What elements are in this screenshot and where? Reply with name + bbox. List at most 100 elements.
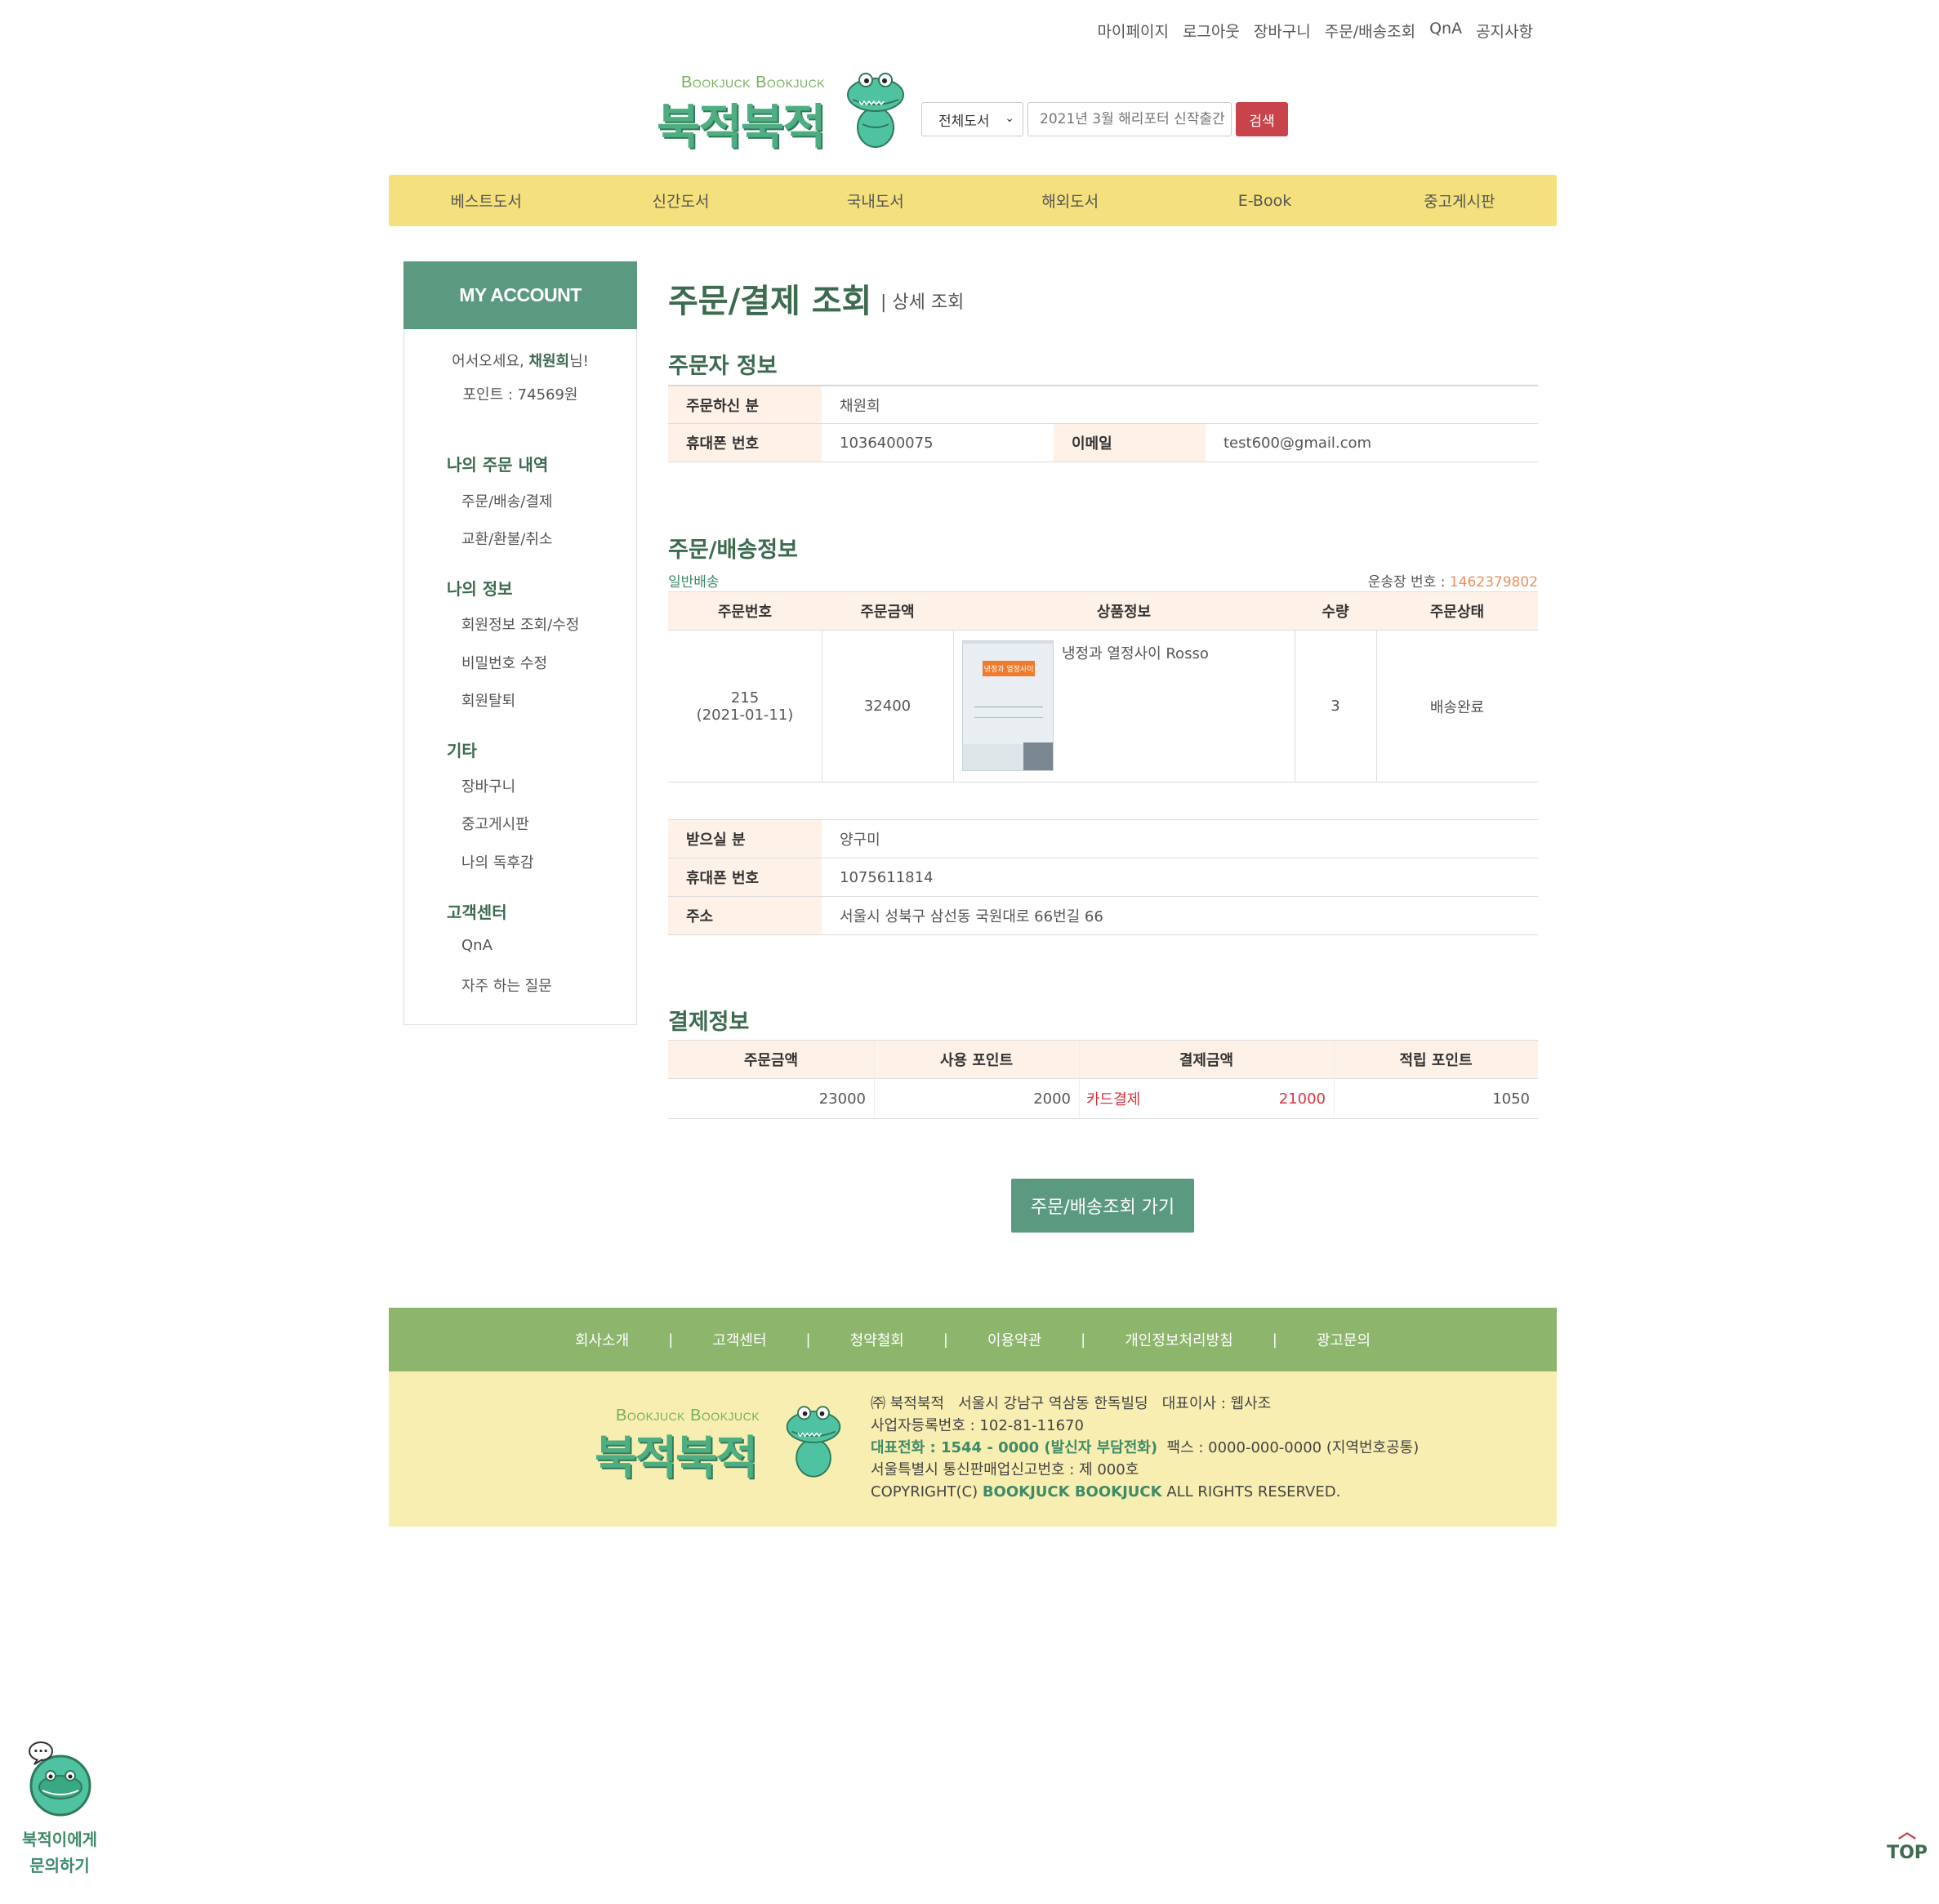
chevron-down-icon: ⌄ [1005,112,1014,125]
sidebar-item-member-info[interactable]: 회원정보 조회/수정 [461,613,579,635]
order-status-value: 배송완료 [1429,698,1485,716]
chevron-up-icon: ︿ [1897,1822,1916,1843]
chat-label[interactable]: 북적이에게 문의하기 [0,1826,119,1879]
sidebar-item-order-delivery-payment[interactable]: 주문/배송/결제 [461,490,553,511]
page-subtitle: | 상세 조회 [880,292,965,313]
order-amount-value: 32400 [863,698,912,715]
recipient-phone-label: 휴대폰 번호 [668,858,822,896]
orderer-phone-value: 1036400075 [840,434,934,452]
product-name[interactable]: 냉정과 열정사이 Rosso [1062,642,1209,663]
order-number-cell: 215 (2021-01-11) [668,631,822,782]
copyright-brand: BOOKJUCK BOOKJUCK [982,1483,1162,1500]
sidebar-item-faq[interactable]: 자주 하는 질문 [461,974,552,996]
search-category-value: 전체도서 [938,113,990,130]
nav-new-books[interactable]: 신간도서 [583,175,778,226]
footer-line-ecommerce: 서울특별시 통신판매업신고번호 : 제 000호 [871,1461,1139,1478]
pay-used-points: 2000 [1033,1090,1071,1108]
orderer-email-label: 이메일 [1054,424,1206,462]
sidebar-section-customer-center: 고객센터 [447,903,507,922]
nav-best-books[interactable]: 베스트도서 [389,175,583,226]
search-button[interactable]: 검색 [1236,102,1288,136]
link-mypage[interactable]: 마이페이지 [1098,20,1169,42]
footer-link-privacy[interactable]: 개인정보처리방침 [1125,1329,1232,1350]
account-sidebar: MY ACCOUNT 어서오세요, 채원희님! 포인트 : 74569원 나의 … [403,261,637,1025]
col-order-status: 주문상태 [1376,592,1538,630]
divider [1079,1041,1080,1119]
orderer-name-value: 채원희 [840,397,880,415]
chat-label-line2: 문의하기 [29,1856,90,1875]
footer-link-customer-center[interactable]: 고객센터 [712,1329,766,1350]
pay-order-amount: 23000 [818,1090,866,1108]
link-logout[interactable]: 로그아웃 [1183,20,1240,42]
tracking-number[interactable]: 1462379802 [1450,574,1538,591]
chat-bubble-dots: ... [33,1740,49,1755]
top-label: TOP [1887,1843,1928,1863]
link-order-tracking[interactable]: 주문/배송조회 [1325,20,1415,42]
book-cover-title: 냉정과 열정사이 [983,661,1035,676]
address-value: 서울시 성북구 삼선동 국원대로 66번길 66 [840,908,1103,925]
footer-link-withdrawal[interactable]: 청약철회 [850,1329,904,1350]
book-cover-image[interactable]: 냉정과 열정사이 [962,640,1054,771]
divider [668,1118,1538,1119]
chat-label-line1: 북적이에게 [22,1830,97,1849]
footer-fax: 팩스 : 0000-000-0000 (지역번호공통) [1157,1439,1420,1456]
chat-crocodile-icon [29,1741,91,1817]
main-navigation: 베스트도서 신간도서 국내도서 해외도서 E-Book 중고게시판 [389,175,1557,226]
orderer-name-label: 주문하신 분 [668,386,822,423]
sidebar-section-orders: 나의 주문 내역 [447,455,549,475]
footer-separator: | [668,1331,674,1349]
pay-col-order-amount: 주문금액 [668,1041,874,1078]
divider [668,782,1538,783]
divider [668,934,1538,935]
page-title: 주문/결제 조회 [668,283,872,320]
nav-foreign-books[interactable]: 해외도서 [973,175,1167,226]
recipient-label: 받으실 분 [668,820,822,858]
nav-used-board[interactable]: 중고게시판 [1362,175,1557,226]
sidebar-item-withdraw[interactable]: 회원탈퇴 [461,689,515,711]
top-utility-links: 마이페이지 로그아웃 장바구니 주문/배송조회 QnA 공지사항 [1098,20,1533,42]
crocodile-mascot-icon [847,73,904,148]
copyright-suffix: ALL RIGHTS RESERVED. [1161,1483,1341,1500]
address-label: 주소 [668,897,822,934]
nav-domestic-books[interactable]: 국내도서 [778,175,973,226]
sidebar-section-etc: 기타 [447,741,477,760]
sidebar-points: 포인트 : 74569원 [462,386,578,404]
col-order-number: 주문번호 [668,592,822,630]
footer-link-terms[interactable]: 이용약관 [987,1329,1041,1350]
footer-line-phone: 대표전화 : 1544 - 0000 (발신자 부담전화) 팩스 : 0000-… [871,1437,1419,1459]
nav-ebook[interactable]: E-Book [1167,175,1362,226]
shipping-section-title: 주문/배송정보 [668,537,798,563]
pay-col-used-points: 사용 포인트 [874,1041,1079,1078]
sidebar-item-change-password[interactable]: 비밀번호 수정 [461,652,547,673]
sidebar-item-used-board[interactable]: 중고게시판 [461,813,529,834]
go-order-tracking-button[interactable]: 주문/배송조회 가기 [1011,1179,1194,1233]
sidebar-item-book-reports[interactable]: 나의 독후감 [461,851,534,872]
footer-separator: | [1081,1331,1086,1349]
sidebar-item-cart[interactable]: 장바구니 [461,775,515,796]
col-order-amount: 주문금액 [822,592,953,630]
footer-line-copyright: COPYRIGHT(C) BOOKJUCK BOOKJUCK ALL RIGHT… [871,1481,1419,1503]
search-category-select[interactable]: 전체도서 ⌄ [921,102,1023,136]
search-input[interactable] [1027,102,1232,136]
orderer-section-title: 주문자 정보 [668,354,778,379]
header-logo[interactable]: Bookjuck Bookjuck 북적북적 [657,70,910,154]
sidebar-item-qna[interactable]: QnA [461,937,493,954]
crocodile-mascot-icon [786,1406,841,1478]
copyright-prefix: COPYRIGHT(C) [871,1483,983,1500]
footer-logo: Bookjuck Bookjuck 북적북적 [595,1403,848,1485]
sidebar-item-exchange-refund-cancel[interactable]: 교환/환불/취소 [461,528,553,549]
footer-link-ads[interactable]: 광고문의 [1317,1329,1371,1350]
footer-line-bizno: 사업자등록번호 : 102-81-11670 [871,1417,1084,1434]
pay-col-paid-amount: 결제금액 [1079,1041,1334,1078]
scroll-top-button[interactable]: ︿ TOP [1885,1822,1929,1864]
greeting-prefix: 어서오세요, [452,353,529,370]
footer-phone: 대표전화 : 1544 - 0000 (발신자 부담전화) [871,1439,1158,1456]
footer-links: 회사소개 | 고객센터 | 청약철회 | 이용약관 | 개인정보처리방침 | 광… [389,1308,1557,1371]
link-qna[interactable]: QnA [1429,20,1462,42]
quantity-value: 3 [1331,698,1340,715]
chat-widget[interactable]: ... [18,1740,100,1826]
footer-link-about[interactable]: 회사소개 [575,1329,629,1350]
payment-section-title: 결제정보 [668,1010,750,1035]
link-notice[interactable]: 공지사항 [1476,20,1533,42]
link-cart[interactable]: 장바구니 [1254,20,1311,42]
